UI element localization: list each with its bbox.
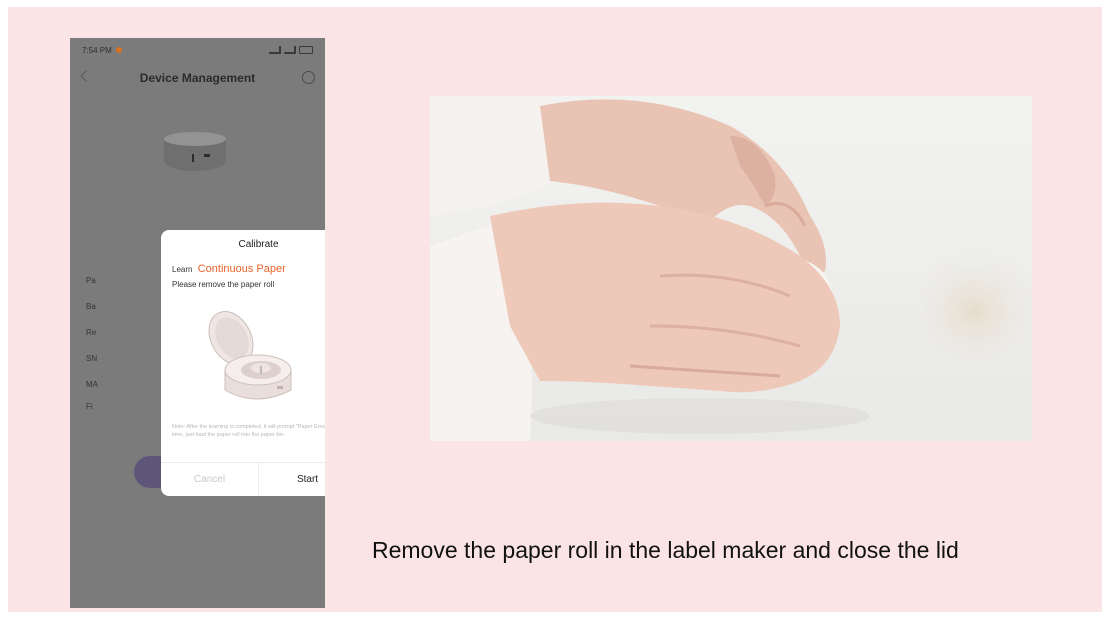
info-label: SN [86, 354, 98, 363]
calibrate-dialog: Calibrate Learn Continuous Paper Please … [161, 230, 325, 496]
signal-icon [284, 46, 296, 54]
back-icon[interactable] [80, 70, 92, 82]
notification-icon [115, 47, 122, 53]
learn-prefix: Learn [172, 265, 193, 274]
info-label: Fi [86, 402, 93, 411]
status-bar: 7:54 PM [70, 38, 325, 62]
label-maker-illustration [208, 311, 292, 400]
phone-screen: 7:54 PM Device Management Pa Ba Re SN MA… [70, 38, 325, 608]
device-image [164, 132, 226, 178]
signal-icon [269, 46, 281, 54]
info-label: Pa [86, 276, 96, 285]
info-label: MA [86, 380, 98, 389]
cancel-button[interactable]: Cancel [161, 463, 258, 496]
settings-icon[interactable] [302, 71, 315, 84]
info-label: Re [86, 328, 97, 337]
dialog-title: Calibrate [238, 239, 279, 250]
caption: Remove the paper roll in the label maker… [372, 537, 959, 563]
instruction-text: Please remove the paper roll [172, 280, 275, 289]
page-title: Device Management [139, 71, 256, 85]
paper-type: Continuous Paper [197, 263, 286, 275]
slide: 7:54 PM Device Management Pa Ba Re SN MA… [8, 7, 1102, 612]
start-button[interactable]: Start [259, 463, 325, 496]
learn-row: Learn Continuous Paper [172, 263, 286, 275]
nav-bar: Device Management [70, 66, 325, 90]
status-time: 7:54 PM [82, 45, 112, 55]
info-label: Ba [86, 302, 96, 311]
dialog-note: Note: After the learning is completed, i… [172, 424, 325, 438]
tutorial-photo [430, 96, 1032, 441]
battery-icon [299, 46, 313, 54]
